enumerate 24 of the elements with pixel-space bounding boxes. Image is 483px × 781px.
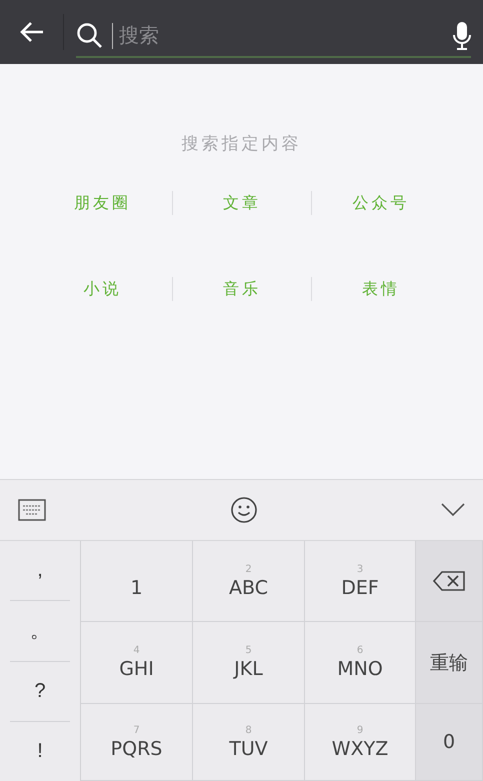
search-prompt: 搜索指定内容 [182, 133, 302, 155]
chevron-down-icon[interactable] [441, 503, 465, 517]
keyboard-key[interactable]: 1 [81, 541, 193, 622]
keyboard-key[interactable]: 2 ABC [193, 541, 305, 622]
backspace-key[interactable] [416, 541, 483, 622]
symbol-key[interactable]: , [10, 541, 70, 602]
keyboard-icon[interactable] [18, 499, 46, 521]
keyboard-key[interactable]: 重输 [416, 622, 483, 704]
keyboard-key[interactable]: 8 TUV [193, 704, 305, 781]
keyboard-key[interactable]: 7 PQRS [81, 704, 193, 781]
keyboard-key[interactable]: 3 DEF [305, 541, 416, 622]
keyboard-key[interactable]: 9 WXYZ [305, 704, 416, 781]
keyboard-key[interactable]: 4 GHI [81, 622, 193, 704]
symbol-key[interactable]: 。 [10, 601, 70, 662]
keyboard-key[interactable]: 5 JKL [193, 622, 305, 704]
symbol-key[interactable]: ? [10, 662, 70, 722]
symbol-key[interactable]: ! [10, 722, 70, 781]
emoji-icon[interactable] [230, 496, 258, 524]
keyboard-key[interactable]: 0 [416, 704, 483, 781]
backspace-icon [433, 571, 465, 591]
microphone-icon[interactable] [453, 21, 471, 51]
back-arrow-icon [18, 21, 44, 43]
search-icon [76, 22, 104, 50]
keyboard-key[interactable]: 6 MNO [305, 622, 416, 704]
